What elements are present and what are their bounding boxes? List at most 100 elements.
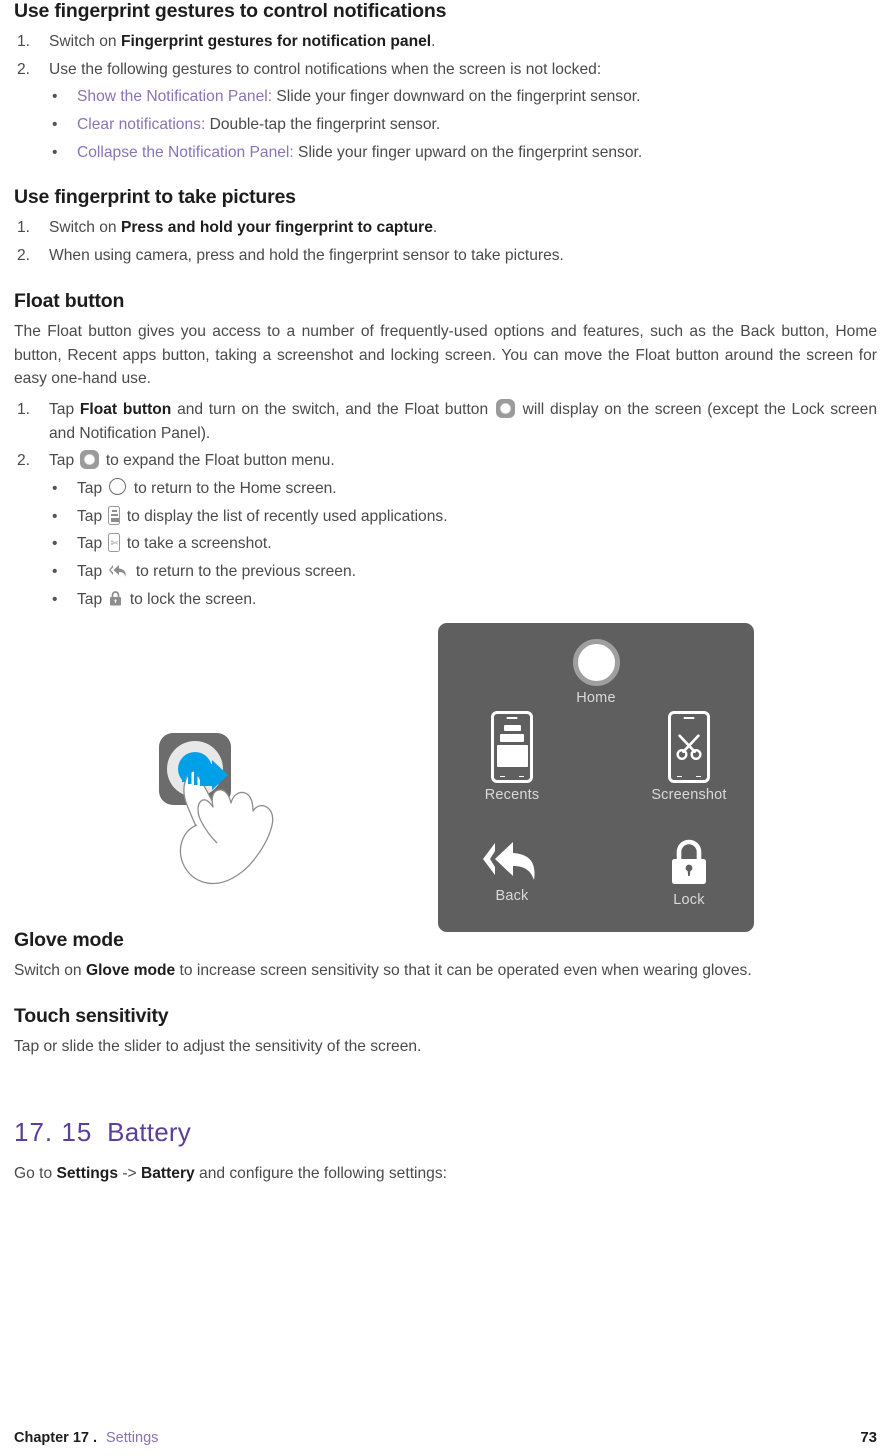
float-menu-lock[interactable]: Lock [624,838,754,908]
page-footer: Chapter 17 . Settings 73 [14,1429,877,1446]
float-menu-home[interactable]: Home [546,639,646,706]
step-text-pre: Switch on [49,219,121,237]
bullet-link[interactable]: Collapse the Notification Panel: [77,144,294,161]
step-text-mid: and turn on the switch, and the Float bu… [171,400,494,418]
bullet-link[interactable]: Clear notifications: [77,116,205,133]
footer-chapter: Chapter 17 . [14,1430,97,1446]
footer-breadcrumb: Chapter 17 . Settings [14,1430,158,1446]
section-heading-touch-sensitivity: Touch sensitivity [14,1005,169,1028]
step-text-post: . [431,33,436,50]
gesture-bullets: • Show the Notification Panel: Slide you… [14,85,877,164]
section-heading-take-pictures: Use fingerprint to take pictures [14,186,296,209]
back-arrow-icon [483,842,535,881]
float-menu-lock-label: Lock [673,892,705,909]
tap-text-pre: Tap [77,479,107,497]
list-item: • Tap to lock the screen. [14,588,877,612]
footer-section: Settings [106,1430,159,1446]
bullet-link[interactable]: Show the Notification Panel: [77,88,272,105]
chapter-heading-battery: 17. 15 Battery [14,1117,877,1148]
bullet-text: Slide your finger downward on the finger… [272,88,641,106]
bullet-dot: • [52,143,58,161]
right-arrow-icon [182,759,234,796]
bullet-dot: • [52,563,58,580]
step-text-bold: Press and hold your fingerprint to captu… [120,219,433,237]
take-pictures-steps: 1. Switch on Press and hold your fingerp… [14,216,877,267]
bullet-text: Slide your finger upward on the fingerpr… [293,143,643,161]
tap-text-post: to lock the screen. [125,590,257,608]
float-button-steps: 1. Tap Float button and turn on the swit… [14,398,877,473]
float-button-intro: The Float button gives you access to a n… [14,322,877,388]
list-item: • Clear notifications: Double-tap the fi… [14,113,877,137]
lock-icon [108,590,123,607]
bullet-dot: • [52,88,58,106]
home-circle-icon [109,477,127,495]
tap-text-post: to display the list of recently used app… [122,507,448,525]
list-item: • Tap ✄ to take a screenshot. [14,532,877,556]
battery-intro-text: Go to Settings -> Battery and configure … [14,1162,877,1186]
float-menu-screenshot-label: Screenshot [651,787,727,804]
footer-page-number: 73 [860,1429,877,1446]
list-item: 1. Tap Float button and turn on the swit… [14,398,877,445]
list-item: • Tap to display the list of recently us… [14,505,877,529]
step-text-pre: Use the following gestures to control no… [49,60,602,78]
step-text-post: to expand the Float button menu. [101,452,335,470]
tap-hand-icon [149,725,379,925]
bullet-dot: • [52,535,58,553]
tap-text-pre: Tap [77,590,107,608]
list-marker: 1. [17,219,31,237]
list-item: • Show the Notification Panel: Slide you… [14,85,877,109]
screenshot-scissors-icon [668,711,710,784]
battery-text-post: and configure the following settings: [194,1164,447,1182]
bullet-dot: • [52,507,58,525]
home-circle-icon [572,639,620,687]
tap-text-post: to return to the previous screen. [131,563,356,580]
tap-text-post: to take a screenshot. [122,535,272,553]
bullet-text: Double-tap the fingerprint sensor. [205,116,441,134]
list-item: • Collapse the Notification Panel: Slide… [14,141,877,165]
tap-text-post: to return to the Home screen. [129,479,337,497]
bullet-dot: • [52,590,58,608]
back-arrow-icon [108,563,129,579]
battery-text-pre: Go to [14,1164,57,1182]
lock-icon [672,840,706,885]
battery-text-mid: -> [118,1164,141,1182]
float-button-icon [495,398,515,418]
section-heading-fingerprint-gestures: Use fingerprint gestures to control noti… [14,0,447,22]
list-marker: 2. [17,60,31,78]
list-marker: 1. [17,33,31,50]
float-menu-back[interactable]: Back [447,838,577,904]
chapter-number: 17. 15 [14,1116,93,1147]
section-heading-float-button: Float button [14,289,125,312]
section-heading-glove-mode: Glove mode [14,929,124,952]
recents-phone-icon [491,711,533,784]
float-button-icon [80,450,100,470]
list-item: 1. Switch on Fingerprint gestures for no… [14,30,877,54]
screenshot-scissors-icon: ✄ [108,533,121,553]
step-text-bold: Fingerprint gestures for notification pa… [120,33,432,50]
list-item: 2. Use the following gestures to control… [14,58,877,82]
list-marker: 2. [17,247,31,265]
list-item: • Tap to return to the Home screen. [14,477,877,501]
float-menu-recents[interactable]: Recents [447,711,577,803]
tap-text-pre: Tap [77,507,107,525]
tap-text-pre: Tap [77,535,107,553]
float-menu-screenshot[interactable]: Screenshot [624,711,754,803]
bullet-dot: • [52,479,58,497]
list-marker: 1. [17,400,31,418]
list-marker: 2. [17,452,31,470]
glove-text-bold: Glove mode [85,962,176,980]
float-menu-recents-label: Recents [484,787,540,804]
step-text-pre: Switch on [49,33,121,50]
step-text-pre: Tap [49,452,79,470]
fingerprint-gestures-steps: 1. Switch on Fingerprint gestures for no… [14,30,877,81]
tap-text-pre: Tap [77,563,107,580]
step-text-pre: Tap [49,400,80,418]
recents-phone-icon [108,505,121,525]
glove-text-pre: Switch on [14,962,86,980]
list-item: 2. Tap to expand the Float button menu. [14,449,877,473]
manual-page: Use fingerprint gestures to control noti… [0,0,891,1456]
float-menu-panel: Home Recents Screenshot Back Lock [438,623,754,933]
glove-text-post: to increase screen sensitivity so that i… [175,962,752,980]
float-menu-home-label: Home [576,690,616,707]
touch-sensitivity-text: Tap or slide the slider to adjust the se… [14,1038,422,1056]
